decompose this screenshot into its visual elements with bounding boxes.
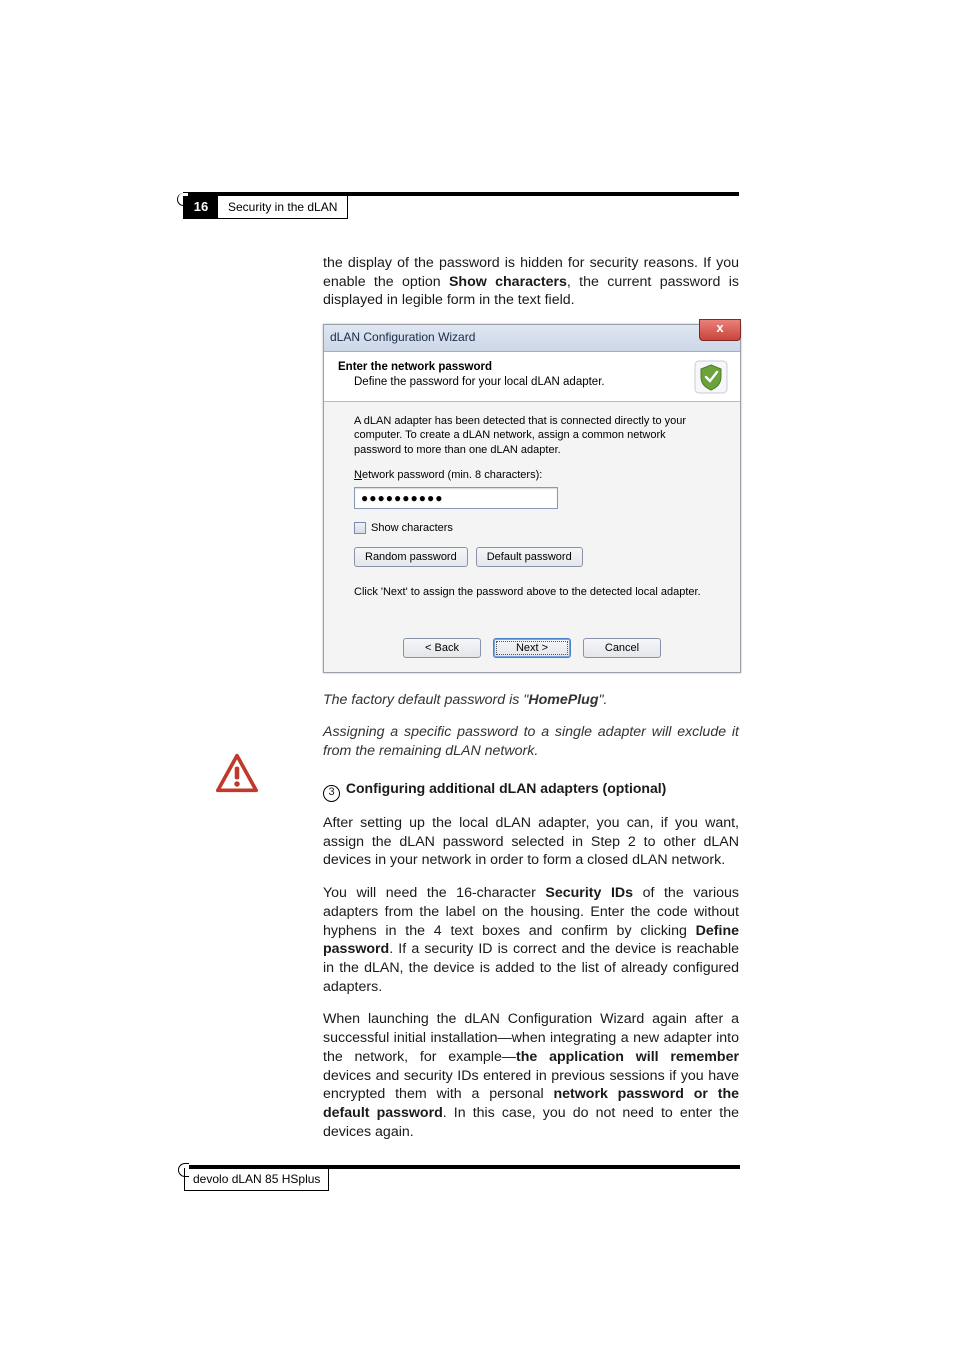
close-button[interactable]: x xyxy=(699,319,741,341)
default-password-label: Default password xyxy=(487,551,572,563)
password-label-mnemonic: N xyxy=(354,469,362,481)
default-password-button[interactable]: Default password xyxy=(476,547,583,567)
show-characters-option: Show characters xyxy=(449,274,567,290)
dialog-header-title: Enter the network password xyxy=(338,360,726,375)
dialog-footer: < Back Next > Cancel xyxy=(324,638,740,672)
intro-paragraph: the display of the password is hidden fo… xyxy=(323,254,739,310)
dialog-titlebar: dLAN Configuration Wizard x xyxy=(324,325,740,352)
default-pw-lead: The factory default password is " xyxy=(323,692,528,708)
random-password-label: Random password xyxy=(365,551,457,563)
adapter-detected-text: A dLAN adapter has been detected that is… xyxy=(354,414,710,459)
password-value-masked: ●●●●●●●●●● xyxy=(361,491,443,505)
product-footer-tab: devolo dLAN 85 HSplus xyxy=(184,1168,329,1191)
back-button[interactable]: < Back xyxy=(403,638,481,658)
step-3-paragraph-3: When launching the dLAN Configuration Wi… xyxy=(323,1010,739,1141)
step-3-heading: 3 Configuring additional dLAN adapters (… xyxy=(323,779,739,802)
default-pw-value: HomePlug xyxy=(528,692,598,708)
cancel-button-label: Cancel xyxy=(605,642,639,654)
show-characters-label: Show characters xyxy=(371,521,453,536)
dialog-header: Enter the network password Define the pa… xyxy=(324,352,740,401)
next-button[interactable]: Next > xyxy=(493,638,571,658)
show-characters-row: Show characters xyxy=(354,521,710,536)
page-header-tab: 16 Security in the dLAN xyxy=(183,196,348,219)
factory-default-note: The factory default password is "HomePlu… xyxy=(323,691,739,710)
dialog-header-subtitle: Define the password for your local dLAN … xyxy=(354,375,726,390)
step-3-title: Configuring additional dLAN adapters (op… xyxy=(346,780,666,796)
app-remember-term: the application will remember xyxy=(516,1049,739,1065)
default-pw-tail: ". xyxy=(599,692,608,708)
security-ids-term: Security IDs xyxy=(545,885,633,901)
password-field-label: Network password (min. 8 characters): xyxy=(354,468,710,483)
product-name: devolo dLAN 85 HSplus xyxy=(193,1172,320,1186)
page-number: 16 xyxy=(184,196,218,218)
step-3-number: 3 xyxy=(323,785,340,802)
section-title: Security in the dLAN xyxy=(218,196,347,218)
dialog-body: A dLAN adapter has been detected that is… xyxy=(324,402,740,638)
next-button-label: Next > xyxy=(516,642,548,654)
warning-icon xyxy=(216,753,258,793)
show-characters-checkbox[interactable] xyxy=(354,522,366,534)
password-label-rest: etwork password (min. 8 characters): xyxy=(362,469,542,481)
back-button-label: < Back xyxy=(425,642,459,654)
wizard-dialog: dLAN Configuration Wizard x Enter the ne… xyxy=(323,324,741,672)
close-icon: x xyxy=(716,320,723,335)
dialog-title: dLAN Configuration Wizard xyxy=(330,330,475,346)
single-adapter-warning: Assigning a specific password to a singl… xyxy=(323,723,739,760)
main-content: the display of the password is hidden fo… xyxy=(323,254,739,1156)
password-input[interactable]: ●●●●●●●●●● xyxy=(354,487,558,509)
step-3-paragraph-1: After setting up the local dLAN adapter,… xyxy=(323,814,739,870)
password-buttons-row: Random password Default password xyxy=(354,547,710,567)
click-next-hint: Click 'Next' to assign the password abov… xyxy=(354,585,710,600)
step-3-paragraph-2: You will need the 16-character Security … xyxy=(323,884,739,996)
random-password-button[interactable]: Random password xyxy=(354,547,468,567)
p4a: You will need the 16-character xyxy=(323,885,545,901)
wizard-shield-icon xyxy=(694,360,728,394)
cancel-button[interactable]: Cancel xyxy=(583,638,661,658)
